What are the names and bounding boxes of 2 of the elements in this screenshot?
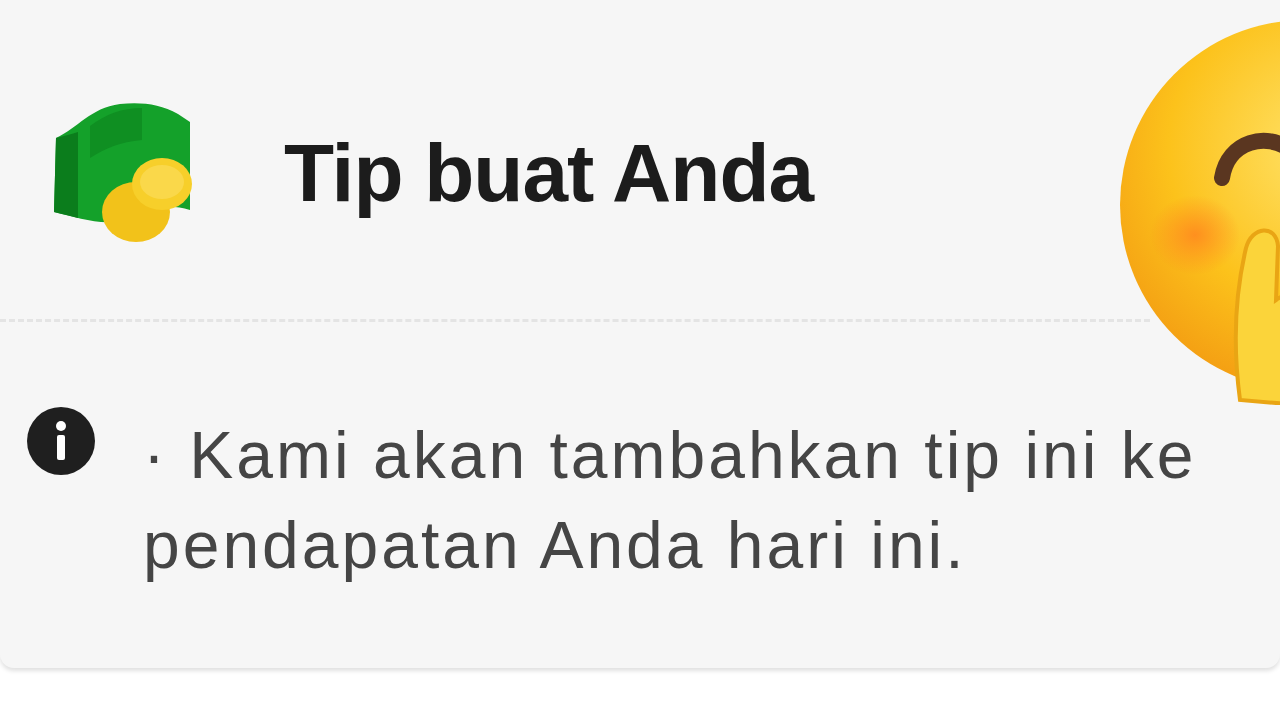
- info-icon: [27, 407, 95, 475]
- tip-note-text: · Kami akan tambahkan tip ini ke pendapatan Anda hari ini.: [143, 417, 1198, 584]
